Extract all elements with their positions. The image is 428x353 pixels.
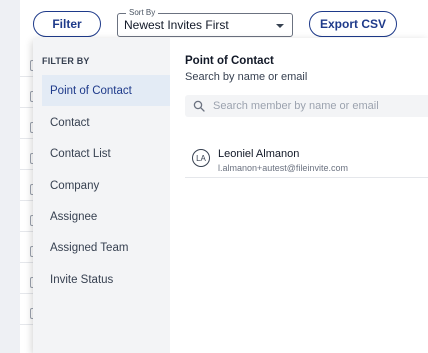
search-input[interactable]	[213, 100, 423, 112]
filter-item-assigned-team[interactable]: Assigned Team	[42, 232, 170, 263]
sort-label: Sort By	[126, 7, 159, 19]
filter-item-invite-status[interactable]: Invite Status	[42, 264, 170, 295]
filter-panel: FILTER BY Point of Contact Contact Conta…	[33, 38, 428, 353]
filter-by-heading: FILTER BY	[42, 56, 90, 66]
filter-item-contact[interactable]: Contact	[42, 107, 170, 138]
chevron-down-icon	[276, 24, 284, 28]
detail-title: Point of Contact	[185, 55, 274, 67]
sort-value: Newest Invites First	[124, 18, 229, 32]
filter-item-assignee[interactable]: Assignee	[42, 201, 170, 232]
background-sidebar	[0, 0, 20, 353]
member-result[interactable]: LA Leoniel Almanon l.almanon+autest@file…	[185, 144, 428, 178]
export-csv-button[interactable]: Export CSV	[309, 11, 397, 37]
member-name: Leoniel Almanon	[218, 148, 300, 160]
filter-button[interactable]: Filter	[33, 11, 101, 37]
sort-select[interactable]: Sort By Newest Invites First	[117, 7, 293, 37]
detail-subtitle: Search by name or email	[185, 71, 308, 83]
filter-item-contact-list[interactable]: Contact List	[42, 138, 170, 169]
search-icon	[193, 100, 205, 112]
member-email: l.almanon+autest@fileinvite.com	[218, 163, 348, 173]
filter-item-point-of-contact[interactable]: Point of Contact	[42, 75, 170, 106]
filter-menu: FILTER BY Point of Contact Contact Conta…	[33, 38, 170, 353]
search-box[interactable]	[185, 95, 428, 117]
avatar: LA	[192, 149, 210, 167]
filter-item-company[interactable]: Company	[42, 170, 170, 201]
filter-detail: Point of Contact Search by name or email…	[170, 38, 428, 353]
